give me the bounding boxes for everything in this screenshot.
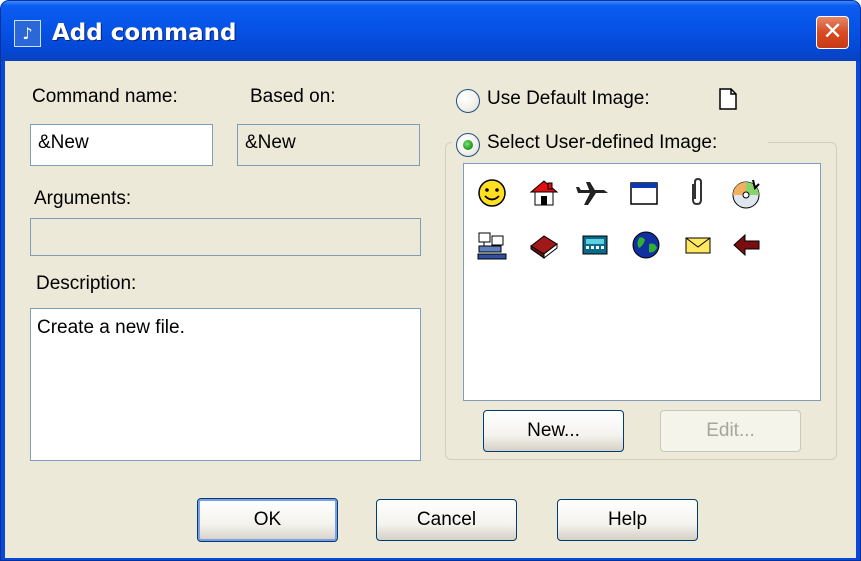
- radio-selected-dot: [463, 140, 473, 150]
- edit-image-button[interactable]: Edit...: [660, 410, 801, 452]
- globe-icon[interactable]: [629, 230, 663, 264]
- help-button[interactable]: Help: [557, 499, 698, 541]
- arguments-label: Arguments:: [34, 188, 132, 209]
- book-icon[interactable]: [527, 230, 561, 264]
- airplane-icon[interactable]: [576, 178, 610, 212]
- calculator-icon[interactable]: [578, 230, 612, 264]
- window-icon[interactable]: [627, 178, 661, 212]
- house-icon[interactable]: [527, 178, 561, 212]
- user-image-list[interactable]: [463, 163, 821, 401]
- user-defined-image-radio[interactable]: [456, 133, 480, 157]
- cancel-button[interactable]: Cancel: [376, 499, 517, 541]
- command-name-input[interactable]: &New: [30, 124, 213, 166]
- envelope-icon[interactable]: [681, 230, 715, 264]
- use-default-image-label: Use Default Image:: [487, 88, 650, 109]
- new-image-button[interactable]: New...: [483, 410, 624, 452]
- description-textarea[interactable]: Create a new file.: [30, 308, 421, 461]
- smiley-icon[interactable]: [475, 178, 509, 212]
- dialog-window: ♪ Add command ✕ Command name: Based on: …: [0, 0, 861, 561]
- based-on-label: Based on:: [250, 86, 336, 107]
- based-on-field: &New: [237, 124, 420, 166]
- description-label: Description:: [36, 273, 137, 294]
- back-arrow-icon[interactable]: [730, 230, 764, 264]
- title-bar[interactable]: ♪ Add command ✕: [1, 1, 860, 61]
- app-icon: ♪: [14, 20, 41, 47]
- cd-icon[interactable]: [730, 178, 764, 212]
- paperclip-icon[interactable]: [680, 177, 714, 212]
- default-document-icon: [719, 88, 737, 110]
- user-defined-image-label: Select User-defined Image:: [487, 132, 718, 153]
- close-button[interactable]: ✕: [816, 16, 849, 49]
- dialog-title: Add command: [52, 20, 237, 46]
- command-name-label: Command name:: [32, 86, 178, 107]
- ok-button[interactable]: OK: [197, 498, 338, 542]
- dialog-body: Command name: Based on: &New &New Argume…: [5, 61, 856, 558]
- network-icon[interactable]: [475, 230, 509, 264]
- arguments-input[interactable]: [30, 218, 421, 256]
- use-default-image-radio[interactable]: [456, 89, 480, 113]
